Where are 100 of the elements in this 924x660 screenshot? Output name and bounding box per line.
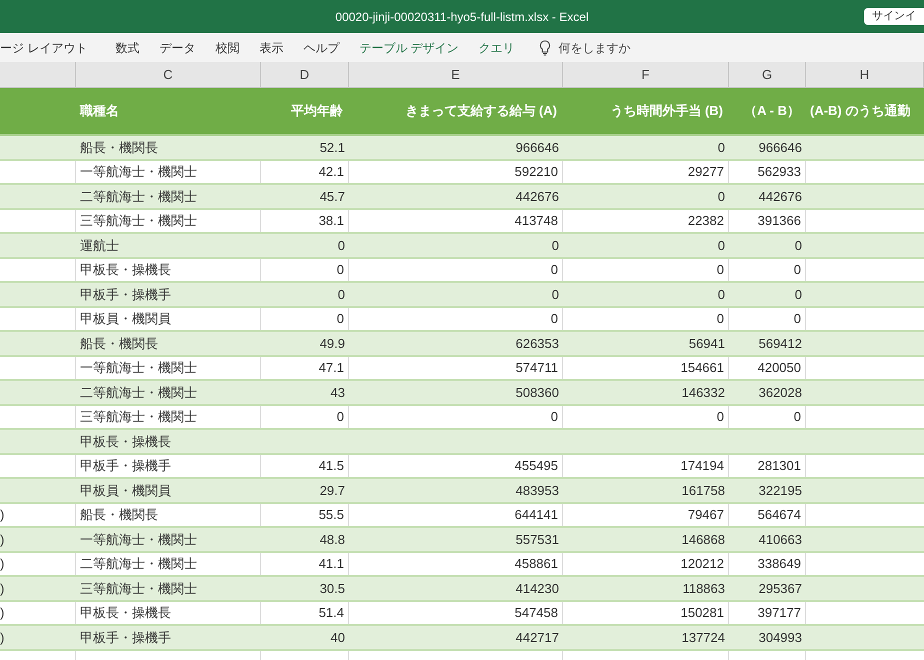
table-cell-text: 51.4 — [318, 604, 344, 622]
lightbulb-icon — [538, 40, 551, 56]
ribbon-tab[interactable]: テーブル デザイン — [349, 33, 469, 62]
table-cell-text: 43 — [330, 384, 345, 402]
table-cell-text: 322195 — [758, 482, 802, 500]
table-cell-text: 0 — [550, 261, 558, 279]
column-header[interactable]: E — [349, 62, 563, 87]
table-cell-text: 22382 — [688, 212, 724, 230]
table-cell-text: 413748 — [514, 212, 558, 230]
table-cell-text: 362028 — [758, 384, 802, 402]
column-header[interactable]: D — [261, 62, 349, 87]
ribbon-tab[interactable]: データ — [149, 33, 206, 62]
table-cell-text: 564674 — [758, 506, 801, 524]
search-field[interactable]: 何をしますか — [558, 38, 631, 56]
column-header[interactable]: G — [729, 62, 806, 87]
table-cell-text: 56941 — [688, 334, 725, 352]
table-cell-text: 二等航海士・機関士 — [80, 555, 197, 573]
table-cell-text: 41.1 — [318, 555, 344, 573]
table-cell-text: 45.7 — [320, 188, 345, 206]
table-cell-text: 508360 — [516, 384, 559, 402]
table-cell-text: 二等航海士・機関士 — [80, 384, 197, 402]
table-cell-text: 557531 — [516, 530, 559, 548]
table-cell-text: 甲板手・操機手 — [80, 457, 171, 475]
table-cell-text: 410663 — [758, 530, 802, 548]
table-cell-text: 0 — [794, 236, 802, 254]
table-cell-text: 甲板長・操機長 — [80, 261, 171, 279]
table-cell-text: 562933 — [758, 163, 801, 181]
table-cell-text: 547458 — [514, 604, 558, 622]
table-cell-text: 0 — [716, 408, 724, 426]
table-cell-text: 79467 — [688, 506, 724, 524]
table-cell-text: 三等航海士・機関士 — [80, 408, 197, 426]
table-header: (A-B) のうち通勤 — [810, 102, 910, 120]
table-cell-text: 49.9 — [320, 334, 345, 352]
table-cell-text: 120212 — [680, 555, 724, 573]
table-cell-text: 一等航海士・機関士 — [80, 163, 197, 181]
table-cell-text: 0 — [550, 310, 558, 328]
table-cell-text: 甲板員・機関員 — [80, 310, 171, 328]
table-cell-text: 40 — [330, 628, 345, 646]
table-cell-text: 966646 — [516, 138, 559, 156]
table-cell-text: 0 — [718, 286, 725, 304]
table-cell-text: 626353 — [516, 334, 559, 352]
table-cell-text: ) — [0, 628, 4, 647]
table-cell-text: 281301 — [758, 457, 801, 475]
table-cell-text: 455495 — [514, 457, 558, 475]
table-cell-text: 0 — [336, 261, 344, 279]
table-cell-text: 0 — [550, 408, 558, 426]
table-cell-text: 0 — [338, 236, 345, 254]
ribbon-tab[interactable]: 表示 — [249, 33, 294, 62]
table-cell-text: 船長・機関長 — [80, 506, 158, 524]
table-cell-text: 甲板長・操機長 — [80, 604, 171, 622]
table-cell-text: 118863 — [682, 580, 725, 598]
table-cell-text: 414230 — [516, 580, 559, 598]
table-cell-text: 146332 — [682, 384, 725, 402]
column-header[interactable]: C — [76, 62, 261, 87]
table-cell-text: 38.1 — [318, 212, 344, 230]
table-cell-text: 0 — [794, 261, 801, 279]
table-cell-text: 304993 — [758, 628, 802, 646]
table-cell-text: 甲板員・機関員 — [80, 482, 171, 500]
table-cell-text: ) — [0, 604, 4, 622]
ribbon-tab[interactable]: 数式 — [105, 33, 150, 62]
table-cell-text: 52.1 — [320, 138, 345, 156]
ribbon-tab[interactable]: ージ レイアウト — [0, 33, 106, 62]
table-cell-text: 42.1 — [318, 163, 344, 181]
table-cell-text: 運航士 — [80, 236, 119, 254]
table-cell-text: ) — [0, 506, 4, 524]
window-title: 00020-jinji-00020311-hyo5-full-listm.xlsx - Excel — [335, 8, 589, 26]
table-cell-text: ) — [0, 555, 4, 573]
table-cell-text: 一等航海士・機関士 — [80, 359, 197, 377]
column-header[interactable]: F — [563, 62, 729, 87]
table-cell-text: 644141 — [514, 506, 558, 524]
table-cell-text: 137724 — [682, 628, 725, 646]
table-cell-text: 0 — [336, 310, 344, 328]
table-cell-text: 三等航海士・機関士 — [80, 580, 197, 598]
table-cell-text: 0 — [716, 310, 724, 328]
table-cell-text: 41.5 — [318, 457, 344, 475]
table-cell-text: 48.8 — [320, 530, 345, 548]
table-cell-text: 0 — [716, 261, 724, 279]
table-cell-text: 29277 — [688, 163, 724, 181]
table-cell-text: 295367 — [758, 580, 802, 598]
table-cell-text: 船長・機関長 — [80, 334, 158, 352]
column-header[interactable]: H — [806, 62, 924, 87]
table-cell-text: ) — [0, 530, 4, 549]
table-cell-text: 442717 — [516, 628, 559, 646]
table-cell-text: 458861 — [514, 555, 558, 573]
table-cell-text: 146868 — [682, 530, 725, 548]
table-cell-text: ) — [0, 580, 4, 598]
table-cell-text: 150281 — [680, 604, 724, 622]
table-header: 職種名 — [80, 102, 119, 120]
table-cell-text: 55.5 — [318, 506, 344, 524]
sign-in-button[interactable]: サインイ — [864, 8, 924, 25]
table-cell-text: 154661 — [680, 359, 724, 377]
table-cell-text: 29.7 — [320, 482, 345, 500]
ribbon-tab[interactable]: クエリ — [468, 33, 525, 62]
table-cell-text: 0 — [794, 286, 802, 304]
table-cell-text: 甲板手・操機手 — [80, 628, 171, 646]
table-cell-text: 甲板長・操機長 — [80, 432, 171, 450]
ribbon-tab[interactable]: 校閲 — [205, 33, 250, 62]
table-cell-text: 0 — [794, 310, 801, 328]
ribbon-tab[interactable]: ヘルプ — [293, 33, 350, 62]
table-cell-text: 592210 — [514, 163, 558, 181]
